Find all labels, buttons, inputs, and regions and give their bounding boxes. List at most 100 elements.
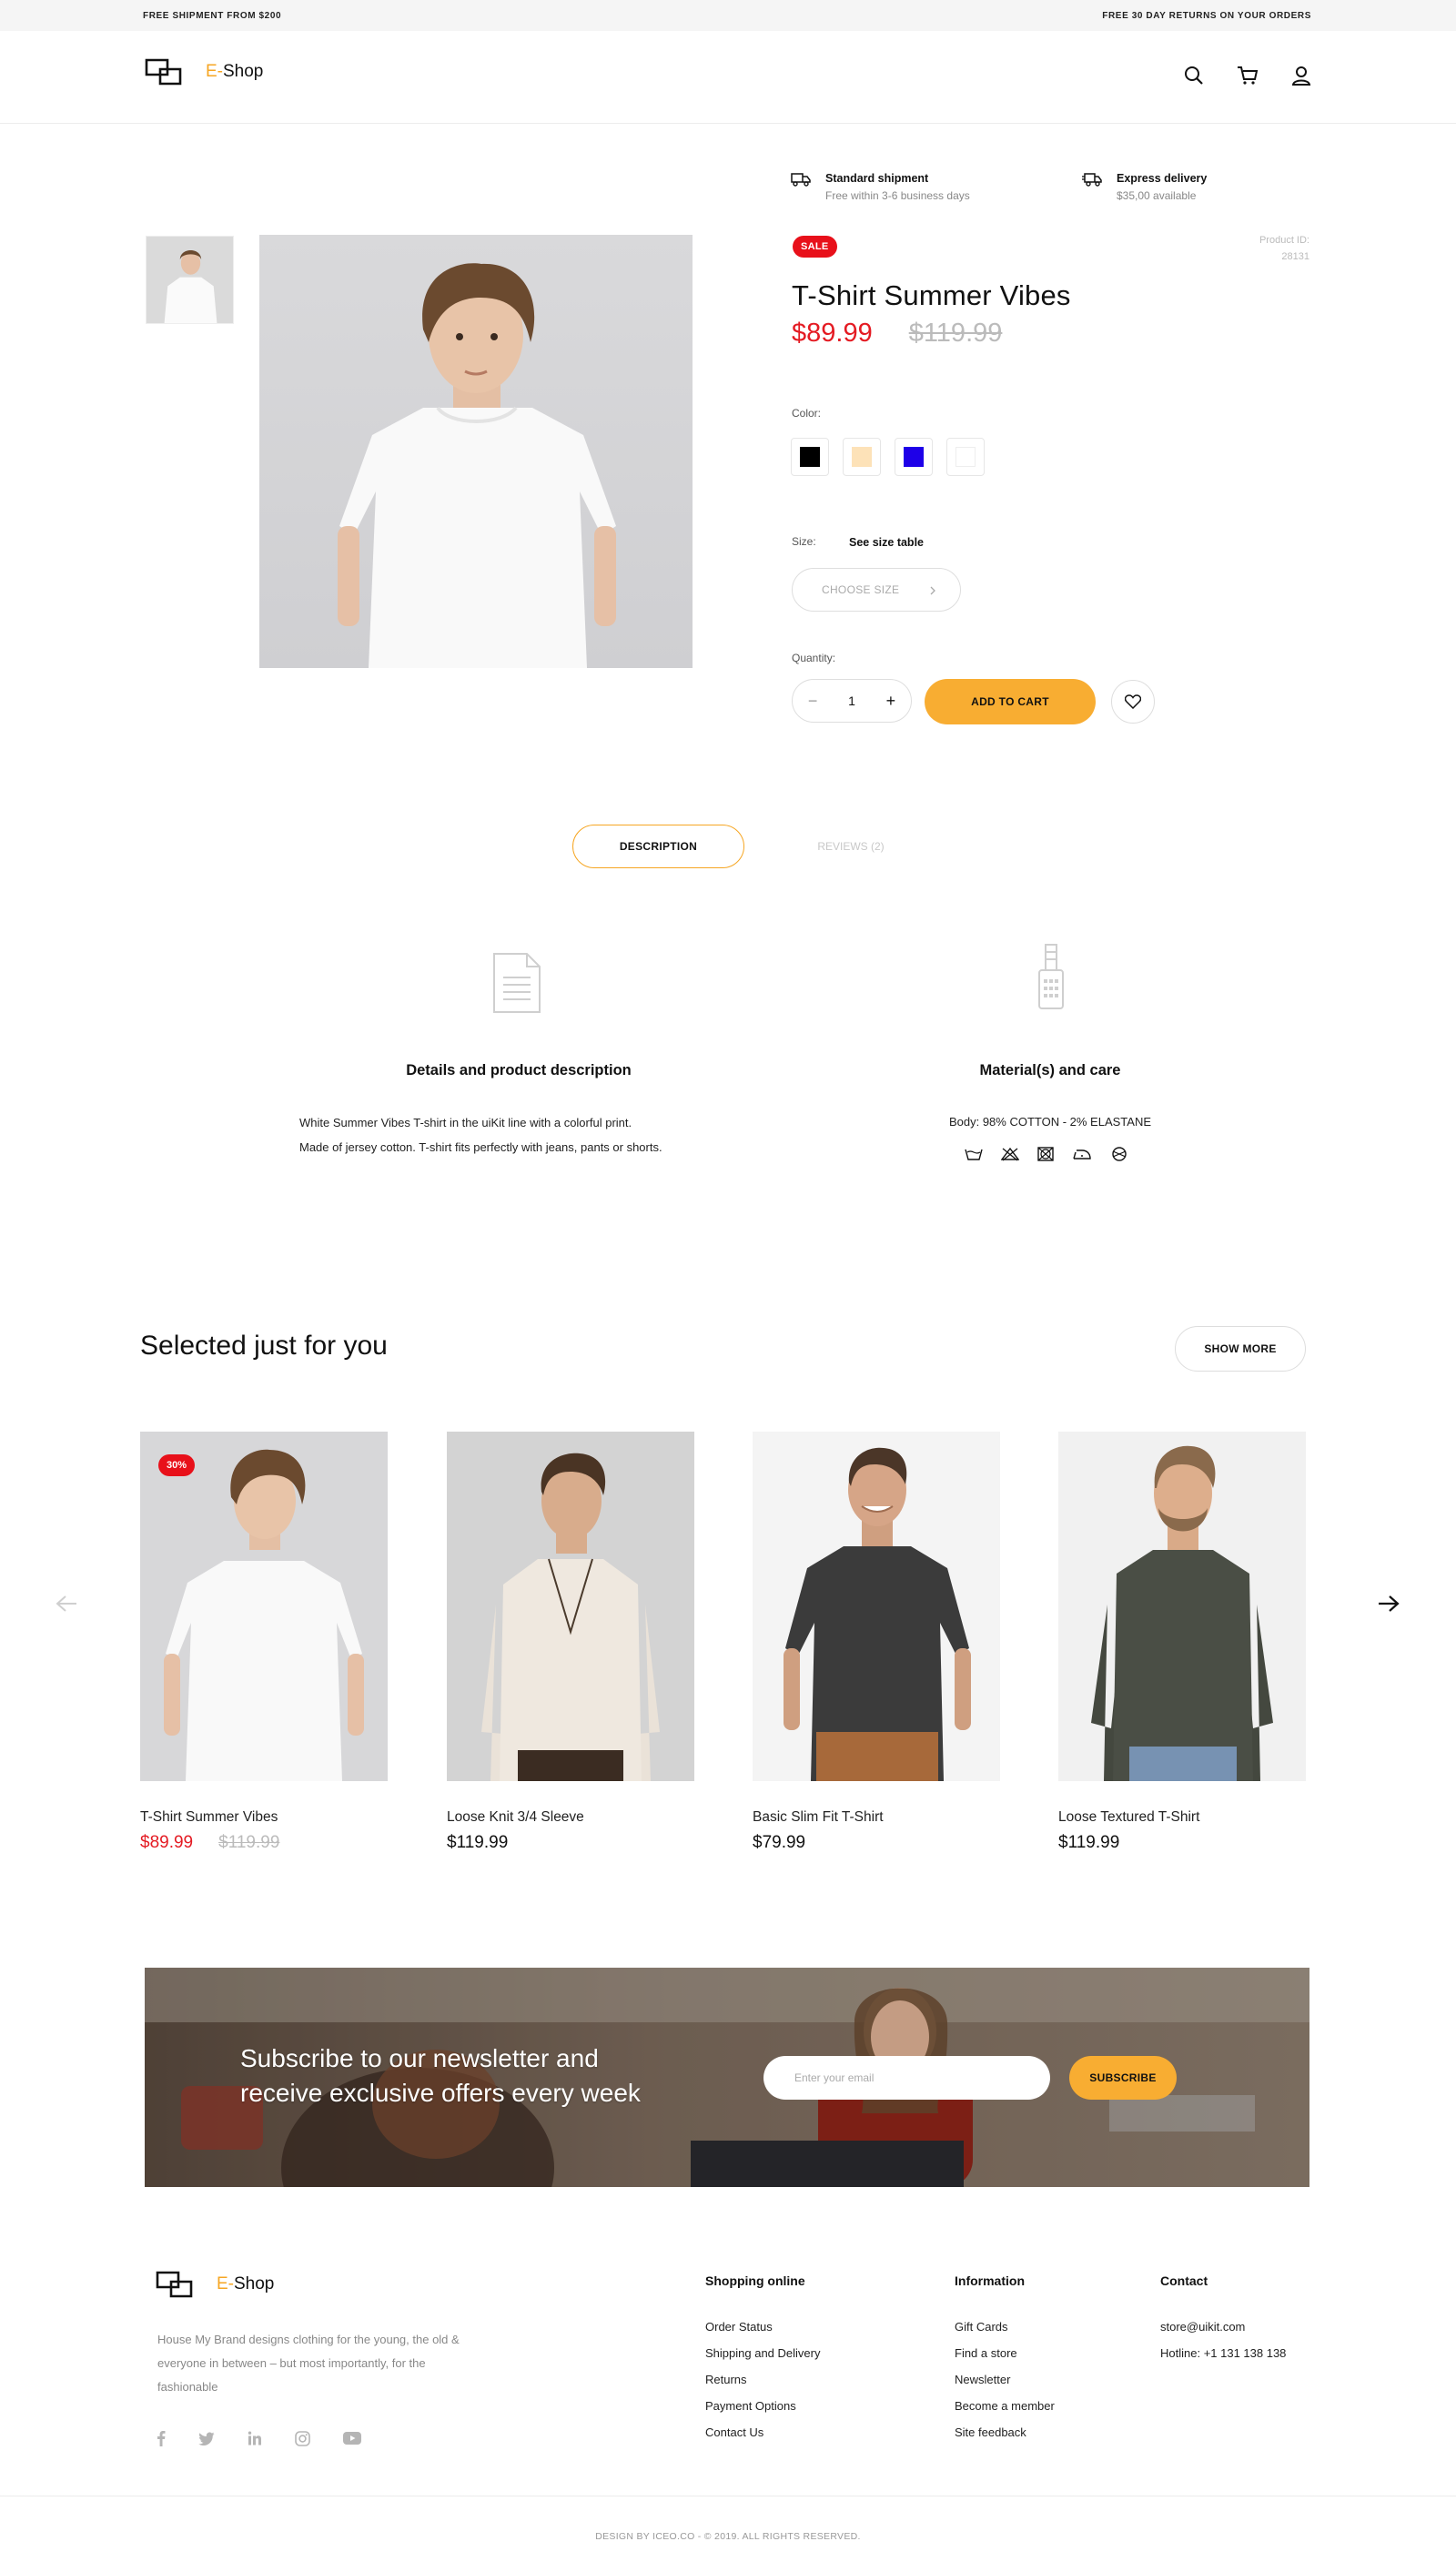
footer-logo[interactable]: E-Shop bbox=[155, 2269, 274, 2300]
logo-prefix: E- bbox=[206, 62, 223, 81]
product-price: $89.99 bbox=[792, 319, 873, 348]
logo-icon bbox=[156, 2271, 193, 2298]
color-label: Color: bbox=[792, 407, 822, 420]
color-swatch-beige[interactable] bbox=[843, 438, 881, 476]
product-card-image: 30% bbox=[140, 1432, 388, 1781]
newsletter-heading: Subscribe to our newsletter and receive … bbox=[240, 2041, 641, 2111]
copyright: DESIGN BY ICEO.CO - © 2019. ALL RIGHTS R… bbox=[595, 2531, 861, 2542]
increment-button[interactable]: + bbox=[886, 692, 896, 711]
footer-link[interactable]: Newsletter bbox=[955, 2366, 1055, 2393]
swatch-fill bbox=[904, 447, 924, 467]
product-title: T-Shirt Summer Vibes bbox=[792, 279, 1071, 311]
footer-contact-hotline[interactable]: Hotline: +1 131 138 138 bbox=[1160, 2340, 1286, 2366]
product-card-price: $119.99 bbox=[447, 1833, 509, 1852]
garment-tag-icon bbox=[1038, 944, 1064, 1009]
size-select-value: CHOOSE SIZE bbox=[822, 583, 900, 596]
tab-description[interactable]: DESCRIPTION bbox=[572, 825, 744, 868]
footer-link[interactable]: Payment Options bbox=[705, 2393, 820, 2419]
heart-icon bbox=[1125, 694, 1141, 709]
subscribe-button[interactable]: SUBSCRIBE bbox=[1069, 2056, 1177, 2100]
footer-contact-email[interactable]: store@uikit.com bbox=[1160, 2314, 1286, 2340]
product-thumbnail[interactable] bbox=[146, 236, 234, 324]
iron-icon bbox=[1073, 1149, 1091, 1159]
product-card-old-price: $119.99 bbox=[218, 1833, 280, 1852]
color-swatch-blue[interactable] bbox=[895, 438, 933, 476]
product-card[interactable]: Loose Knit 3/4 Sleeve $119.99 bbox=[447, 1432, 694, 1853]
product-card-name: Basic Slim Fit T-Shirt bbox=[753, 1809, 884, 1825]
logo-text: E-Shop bbox=[217, 2274, 274, 2294]
newsletter-line-2: receive exclusive offers every week bbox=[240, 2079, 641, 2107]
size-select[interactable]: CHOOSE SIZE bbox=[792, 568, 961, 612]
footer-col-contact: Contact store@uikit.com Hotline: +1 131 … bbox=[1160, 2273, 1286, 2366]
user-icon[interactable] bbox=[1289, 64, 1313, 87]
product-card-image bbox=[447, 1432, 694, 1781]
promo-right: FREE 30 DAY RETURNS ON YOUR ORDERS bbox=[1102, 11, 1311, 21]
linkedin-icon[interactable] bbox=[248, 2431, 262, 2445]
color-swatch-white[interactable] bbox=[946, 438, 985, 476]
footer-col-information: Information Gift Cards Find a store News… bbox=[955, 2273, 1055, 2445]
twitter-icon[interactable] bbox=[198, 2431, 215, 2445]
logo[interactable]: E-Shop bbox=[144, 56, 263, 87]
youtube-icon[interactable] bbox=[343, 2432, 361, 2445]
wash-icon bbox=[965, 1149, 983, 1160]
product-card-image bbox=[753, 1432, 1000, 1781]
logo-icon bbox=[145, 58, 182, 86]
footer-link[interactable]: Find a store bbox=[955, 2340, 1055, 2366]
instagram-icon[interactable] bbox=[295, 2430, 310, 2446]
footer-col-title: Contact bbox=[1160, 2273, 1208, 2288]
color-swatch-black[interactable] bbox=[791, 438, 829, 476]
footer-link[interactable]: Returns bbox=[705, 2366, 820, 2393]
quantity-label: Quantity: bbox=[792, 652, 836, 664]
details-line-2: Made of jersey cotton. T-shirt fits perf… bbox=[299, 1140, 662, 1154]
product-card[interactable]: Basic Slim Fit T-Shirt $79.99 bbox=[753, 1432, 1000, 1853]
product-old-price: $119.99 bbox=[908, 319, 1003, 348]
shipping-express-title: Express delivery bbox=[1117, 172, 1208, 185]
logo-text: E-Shop bbox=[206, 62, 263, 82]
footer-about-line-1: House My Brand designs clothing for the … bbox=[157, 2333, 460, 2346]
add-to-cart-button[interactable]: ADD TO CART bbox=[925, 679, 1096, 724]
cart-icon[interactable] bbox=[1236, 64, 1259, 87]
product-card[interactable]: Loose Textured T-Shirt $119.99 bbox=[1058, 1432, 1306, 1853]
social-links bbox=[157, 2430, 361, 2446]
search-icon[interactable] bbox=[1182, 64, 1206, 87]
footer-col-title: Shopping online bbox=[705, 2273, 805, 2288]
footer-link[interactable]: Contact Us bbox=[705, 2419, 820, 2445]
facebook-icon[interactable] bbox=[157, 2430, 166, 2446]
quantity-stepper[interactable]: − 1 + bbox=[792, 679, 912, 723]
swatch-fill bbox=[800, 447, 820, 467]
care-icons bbox=[965, 1147, 1128, 1161]
product-card-sale-price: $89.99 bbox=[140, 1833, 194, 1852]
truck-icon bbox=[791, 173, 811, 187]
color-swatches bbox=[791, 438, 985, 476]
sale-badge: SALE bbox=[793, 236, 837, 258]
size-label: Size: bbox=[792, 535, 816, 548]
details-line-1: White Summer Vibes T-shirt in the uiKit … bbox=[299, 1116, 632, 1129]
product-id-label: Product ID: bbox=[1259, 235, 1309, 246]
wishlist-button[interactable] bbox=[1111, 680, 1155, 724]
dry-clean-icon bbox=[1112, 1147, 1127, 1161]
product-card-price: $119.99 bbox=[1058, 1833, 1120, 1852]
footer-link[interactable]: Gift Cards bbox=[955, 2314, 1055, 2340]
carousel-prev-arrow[interactable] bbox=[55, 1595, 78, 1617]
details-text: White Summer Vibes T-shirt in the uiKit … bbox=[299, 1110, 754, 1159]
carousel-next-arrow[interactable] bbox=[1377, 1595, 1400, 1617]
newsletter-email-input[interactable] bbox=[763, 2056, 1050, 2100]
footer-col-title: Information bbox=[955, 2273, 1025, 2288]
footer-link[interactable]: Become a member bbox=[955, 2393, 1055, 2419]
promo-bar: FREE SHIPMENT FROM $200 FREE 30 DAY RETU… bbox=[0, 0, 1456, 31]
logo-prefix: E- bbox=[217, 2274, 234, 2294]
product-card[interactable]: 30% T-Shirt Summer Vibes $89.99 $119.99 bbox=[140, 1432, 388, 1853]
logo-name: Shop bbox=[223, 62, 264, 81]
size-table-link[interactable]: See size table bbox=[849, 536, 924, 549]
show-more-button[interactable]: SHOW MORE bbox=[1175, 1326, 1306, 1372]
no-bleach-icon bbox=[1001, 1147, 1019, 1161]
site-header: E-Shop bbox=[0, 31, 1456, 124]
footer-link[interactable]: Order Status bbox=[705, 2314, 820, 2340]
product-card-price: $89.99 $119.99 bbox=[140, 1833, 388, 1853]
footer-link[interactable]: Shipping and Delivery bbox=[705, 2340, 820, 2366]
footer-link[interactable]: Site feedback bbox=[955, 2419, 1055, 2445]
product-card-name: Loose Textured T-Shirt bbox=[1058, 1809, 1200, 1825]
tab-reviews[interactable]: REVIEWS (2) bbox=[801, 825, 901, 868]
product-card-name: T-Shirt Summer Vibes bbox=[140, 1809, 278, 1825]
decrement-button[interactable]: − bbox=[808, 692, 818, 711]
